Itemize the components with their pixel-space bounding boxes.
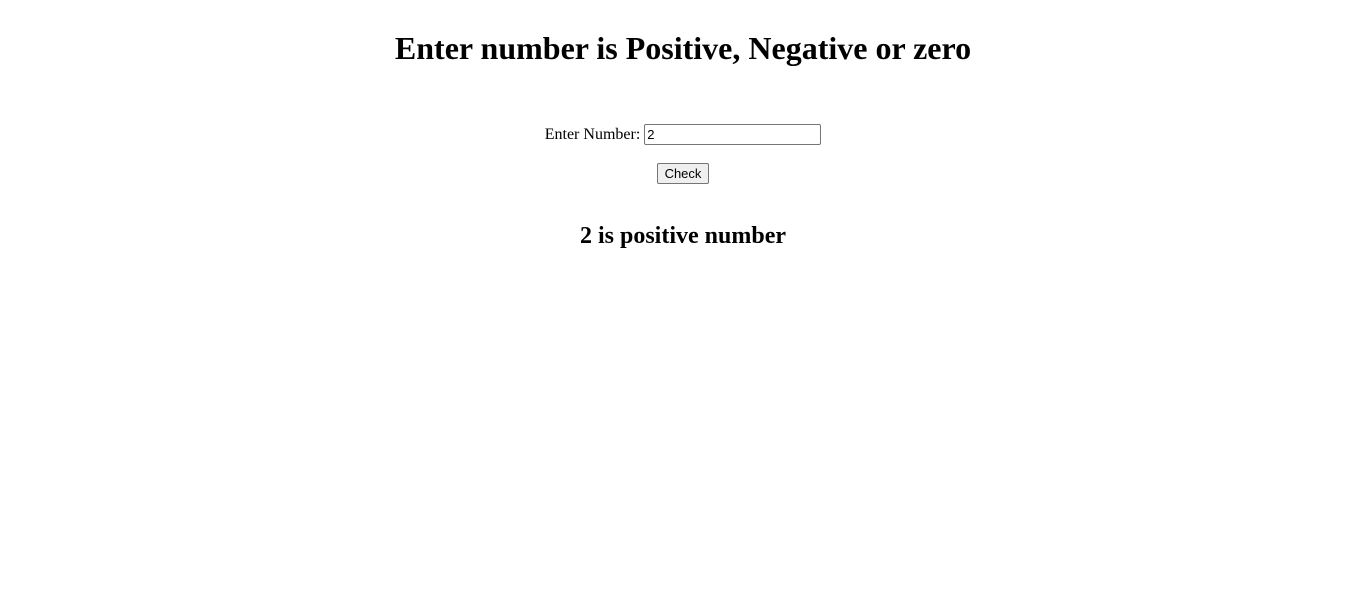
button-row: Check [0, 163, 1366, 184]
check-button[interactable]: Check [656, 163, 710, 184]
page-title: Enter number is Positive, Negative or ze… [394, 30, 972, 66]
page: Enter number is Positive, Negative or ze… [0, 0, 1366, 600]
number-input[interactable] [644, 124, 822, 145]
result-text: 2 is positive number [579, 223, 786, 249]
number-label: Enter Number: [544, 126, 641, 143]
number-form: Enter Number: [0, 124, 1366, 145]
